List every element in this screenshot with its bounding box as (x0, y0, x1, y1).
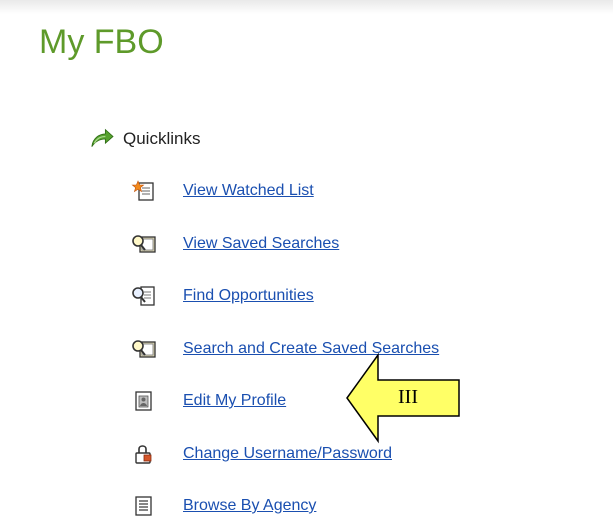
saved-searches-icon (132, 339, 156, 358)
quicklink-label[interactable]: Change Username/Password (183, 445, 392, 463)
quicklink-change-username-password[interactable]: Change Username/Password (131, 441, 439, 467)
saved-searches-icon (132, 234, 156, 253)
top-gradient-band (0, 0, 613, 14)
quicklink-label[interactable]: Browse By Agency (183, 497, 316, 515)
magnifier-document-icon (132, 286, 155, 306)
quicklinks-header: Quicklinks (89, 128, 200, 150)
lock-icon (135, 444, 152, 464)
watched-list-star-icon (131, 180, 154, 201)
quicklink-label[interactable]: View Saved Searches (183, 235, 339, 253)
quicklink-label[interactable]: Edit My Profile (183, 392, 286, 410)
quicklink-browse-by-agency[interactable]: Browse By Agency (131, 493, 439, 519)
list-document-icon (135, 496, 152, 516)
quicklink-label[interactable]: Find Opportunities (183, 287, 314, 305)
profile-document-icon (135, 391, 152, 411)
quicklinks-list: View Watched List View Saved Searches Fi… (131, 178, 439, 519)
green-arrow-icon (91, 128, 114, 147)
page-title: My FBO (39, 23, 164, 61)
quicklinks-label: Quicklinks (123, 129, 201, 148)
quicklink-find-opportunities[interactable]: Find Opportunities (131, 283, 439, 309)
quicklink-view-watched-list[interactable]: View Watched List (131, 178, 439, 204)
quicklink-view-saved-searches[interactable]: View Saved Searches (131, 231, 439, 257)
annotation-label: III (398, 386, 418, 408)
quicklink-label[interactable]: View Watched List (183, 182, 314, 200)
